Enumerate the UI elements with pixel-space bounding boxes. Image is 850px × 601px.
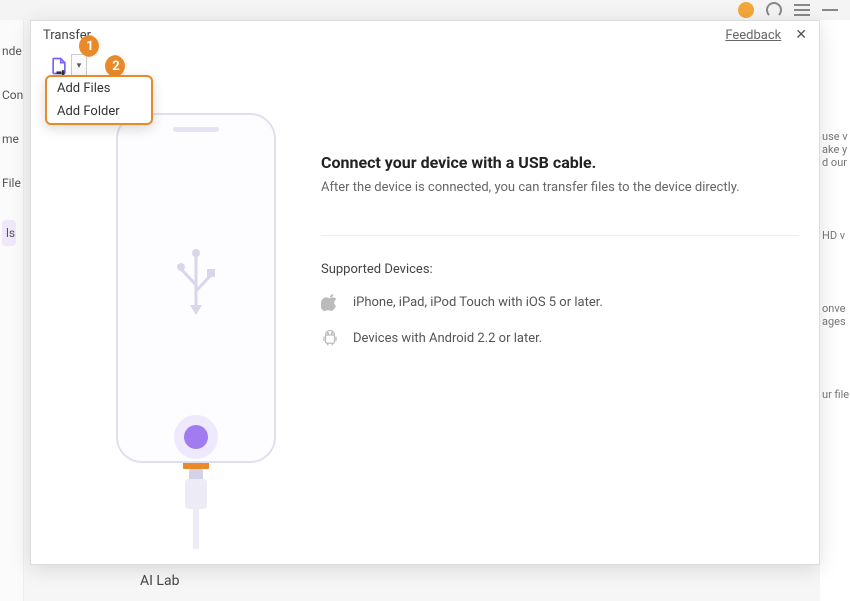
phone-home-button-icon: [184, 425, 208, 449]
bg-text: onve ages: [822, 302, 850, 328]
device-android-text: Devices with Android 2.2 or later.: [353, 331, 542, 346]
menu-item-add-folder[interactable]: Add Folder: [47, 100, 151, 123]
headset-icon[interactable]: [766, 2, 782, 18]
modal-toolbar: ▾ 1 2 Add Files Add Folder: [31, 49, 819, 83]
modal-header: Transfer Feedback ✕: [31, 21, 819, 49]
device-apple-text: iPhone, iPad, iPod Touch with iOS 5 or l…: [353, 295, 603, 310]
bg-text: use v ake y d our: [822, 130, 850, 169]
bg-text: ls: [2, 220, 16, 246]
user-avatar-icon[interactable]: [738, 2, 754, 18]
callout-badge-2: 2: [105, 55, 127, 77]
bg-text: me: [2, 132, 19, 148]
bg-text: HD v: [822, 229, 850, 242]
supported-device-row: Devices with Android 2.2 or later.: [321, 329, 799, 347]
info-panel: Connect your device with a USB cable. Af…: [321, 113, 799, 564]
apple-icon: [321, 293, 339, 311]
footer-text: AI Lab: [140, 573, 179, 589]
bg-text: nde: [2, 44, 22, 60]
file-add-icon: [49, 56, 69, 76]
hamburger-icon[interactable]: [794, 4, 810, 16]
device-illustration: [101, 113, 291, 564]
supported-device-row: iPhone, iPad, iPod Touch with iOS 5 or l…: [321, 293, 799, 311]
connect-subtitle: After the device is connected, you can t…: [321, 180, 799, 195]
close-icon[interactable]: ✕: [795, 27, 807, 43]
background-sidebar: nde Con me File ls: [0, 0, 24, 601]
callout-badge-1: 1: [79, 35, 101, 57]
bg-text: File: [2, 176, 21, 192]
feedback-link[interactable]: Feedback: [725, 28, 781, 43]
modal-content: Connect your device with a USB cable. Af…: [31, 83, 819, 564]
phone-outline-icon: [116, 113, 276, 463]
connect-heading: Connect your device with a USB cable.: [321, 153, 799, 172]
android-icon: [321, 329, 339, 347]
chevron-down-icon: ▾: [77, 61, 82, 71]
supported-devices-label: Supported Devices:: [321, 262, 799, 277]
usb-trident-icon: [171, 245, 221, 315]
menu-item-add-files[interactable]: Add Files: [47, 77, 151, 100]
divider: [321, 235, 799, 236]
minimize-button[interactable]: [822, 9, 838, 11]
bg-text: Con: [2, 88, 23, 104]
add-dropdown-menu: Add Files Add Folder: [45, 75, 153, 125]
app-titlebar: [0, 0, 850, 20]
transfer-modal: Transfer Feedback ✕ ▾ 1 2 Add Files Add …: [30, 20, 820, 565]
background-right-panel: use v ake y d our HD v onve ages ur file: [820, 0, 850, 601]
usb-cable-icon: [185, 469, 207, 549]
bg-text: ur file: [822, 388, 850, 401]
